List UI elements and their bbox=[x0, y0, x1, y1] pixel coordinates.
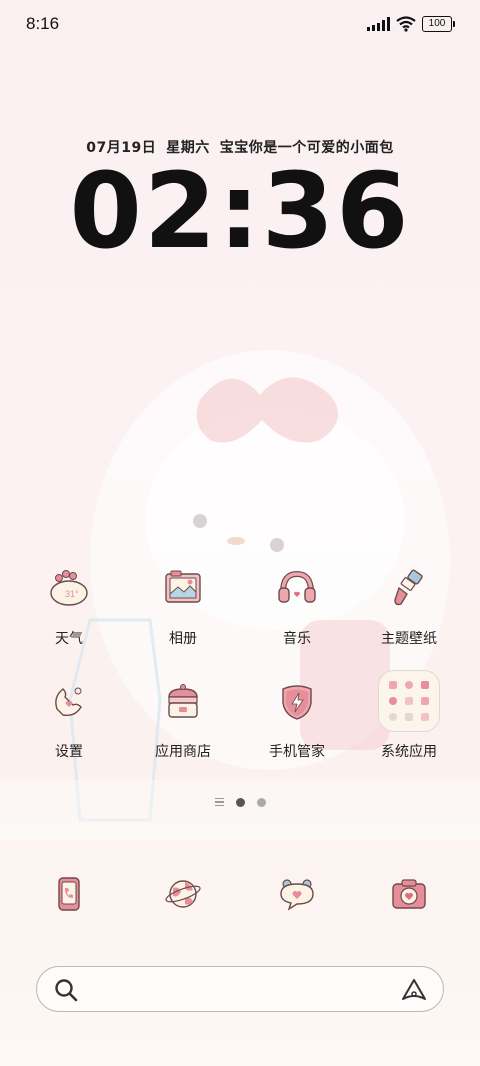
battery-icon: 100 bbox=[422, 16, 455, 32]
dock-browser[interactable] bbox=[128, 862, 238, 926]
app-music[interactable]: 音乐 bbox=[242, 556, 352, 648]
status-bar: 8:16 100 bbox=[0, 0, 480, 50]
signal-icon bbox=[367, 17, 390, 31]
phone-icon bbox=[37, 862, 101, 926]
app-themes[interactable]: 主题壁纸 bbox=[354, 556, 464, 648]
clock-time[interactable]: 02:36 bbox=[0, 150, 480, 272]
status-time: 8:16 bbox=[26, 14, 60, 33]
app-label: 系统应用 bbox=[381, 744, 437, 760]
app-gallery[interactable]: 相册 bbox=[128, 556, 238, 648]
app-label: 应用商店 bbox=[155, 744, 211, 760]
weather-temp: 31° bbox=[65, 589, 79, 599]
search-bar[interactable] bbox=[36, 966, 444, 1012]
browser-icon bbox=[151, 862, 215, 926]
wifi-icon bbox=[396, 16, 416, 32]
page-indicator[interactable] bbox=[0, 796, 480, 808]
assistant-icon[interactable] bbox=[401, 978, 427, 1002]
app-label: 手机管家 bbox=[269, 744, 325, 760]
paintbrush-icon bbox=[377, 556, 441, 620]
dock-messages[interactable] bbox=[242, 862, 352, 926]
app-system-folder[interactable]: 系统应用 bbox=[354, 669, 464, 761]
gallery-icon bbox=[151, 556, 215, 620]
headphones-icon bbox=[265, 556, 329, 620]
page-dot-active[interactable] bbox=[235, 797, 245, 807]
app-label: 设置 bbox=[55, 744, 83, 760]
menu-icon[interactable] bbox=[214, 797, 224, 807]
search-icon[interactable] bbox=[53, 977, 79, 1003]
status-icons: 100 bbox=[367, 16, 455, 32]
app-label: 音乐 bbox=[283, 631, 311, 647]
messages-icon bbox=[265, 862, 329, 926]
dock-camera[interactable] bbox=[354, 862, 464, 926]
app-weather[interactable]: 31° 天气 bbox=[14, 556, 124, 648]
app-label: 相册 bbox=[169, 631, 197, 647]
app-phone-manager[interactable]: 手机管家 bbox=[242, 669, 352, 761]
app-label: 天气 bbox=[55, 631, 83, 647]
app-settings[interactable]: 设置 bbox=[14, 669, 124, 761]
app-label: 主题壁纸 bbox=[381, 631, 437, 647]
camera-icon bbox=[377, 862, 441, 926]
app-store[interactable]: 应用商店 bbox=[128, 669, 238, 761]
dock-phone[interactable] bbox=[14, 862, 124, 926]
phone-manager-icon bbox=[265, 669, 329, 733]
app-store-icon bbox=[151, 669, 215, 733]
folder-icon bbox=[377, 669, 441, 733]
page-dot[interactable] bbox=[256, 797, 266, 807]
settings-icon bbox=[37, 669, 101, 733]
weather-icon: 31° bbox=[37, 556, 101, 620]
